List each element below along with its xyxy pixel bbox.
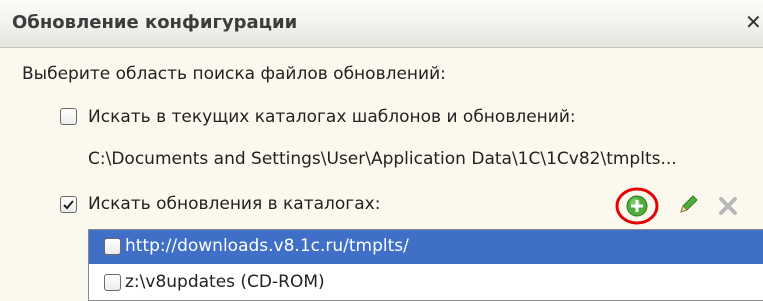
dialog-title-bar: Обновление конфигурации ✕ [0,0,763,48]
dialog-title: Обновление конфигурации [12,12,298,33]
check-icon [63,200,74,210]
delete-x-icon[interactable] [717,195,739,217]
search-area-prompt: Выберите область поиска файлов обновлени… [22,64,446,84]
add-catalog-button[interactable] [614,185,660,227]
search-catalogs-label: Искать обновления в каталогах: [88,194,381,214]
pencil-icon[interactable] [676,193,700,217]
list-item[interactable]: z:\v8updates (CD-ROM) [89,266,763,300]
add-circle-icon [626,195,648,217]
catalog-path: http://downloads.v8.1c.ru/tmplts/ [125,236,409,256]
catalogs-list[interactable]: http://downloads.v8.1c.ru/tmplts/ z:\v8u… [88,229,763,301]
catalog-checkbox[interactable] [104,274,121,291]
list-item[interactable]: http://downloads.v8.1c.ru/tmplts/ [89,230,763,264]
catalog-path: z:\v8updates (CD-ROM) [125,272,325,292]
catalog-checkbox[interactable] [104,238,121,255]
search-templates-label: Искать в текущих каталогах шаблонов и об… [88,107,576,127]
search-catalogs-checkbox[interactable] [60,196,77,213]
templates-path: C:\Documents and Settings\User\Applicati… [88,149,677,169]
search-templates-checkbox[interactable] [60,108,77,125]
close-icon[interactable]: ✕ [745,12,762,32]
